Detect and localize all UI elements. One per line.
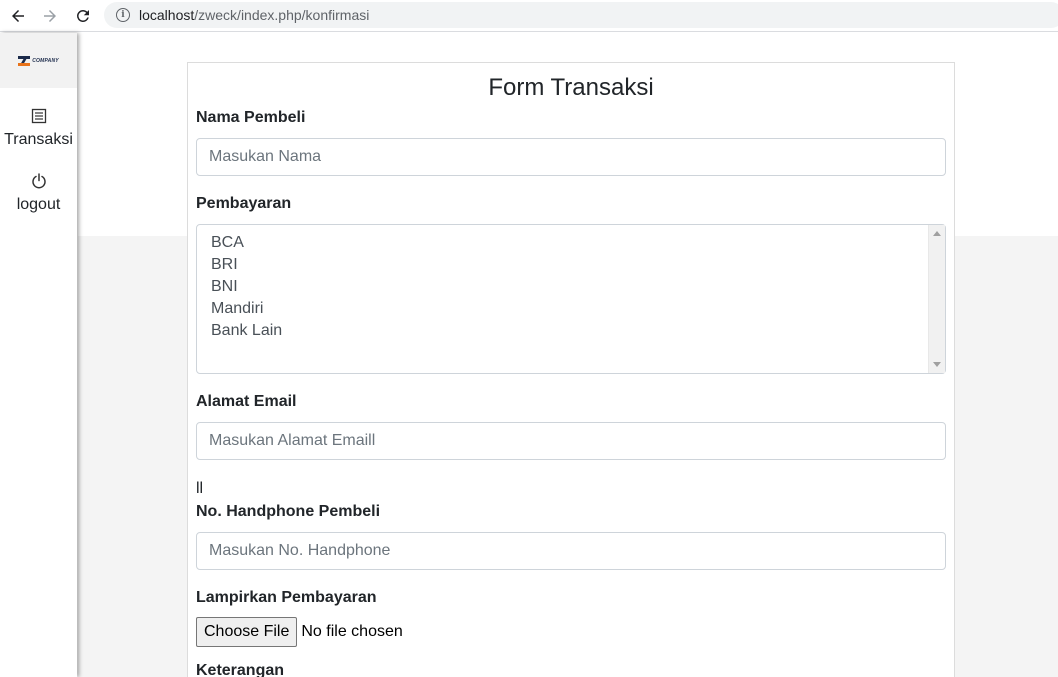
reload-icon[interactable] (71, 4, 95, 28)
handphone-input[interactable] (196, 532, 946, 570)
transaction-form: Form Transaksi Nama Pembeli Pembayaran B… (187, 62, 955, 677)
nama-input[interactable] (196, 138, 946, 176)
company-logo: COMPANY (18, 55, 59, 66)
power-icon (31, 173, 46, 189)
browser-toolbar: i localhost/zweck/index.php/konfirmasi (0, 0, 1058, 32)
option-mandiri[interactable]: Mandiri (197, 298, 945, 320)
handphone-label: No. Handphone Pembeli (196, 503, 381, 520)
list-icon (31, 108, 46, 124)
option-bca[interactable]: BCA (197, 232, 945, 254)
lampiran-label: Lampirkan Pembayaran (196, 589, 377, 606)
pembayaran-label: Pembayaran (196, 195, 292, 212)
email-input[interactable] (196, 422, 946, 460)
sidebar-item-label: Transaksi (4, 131, 73, 148)
site-info-icon[interactable]: i (116, 8, 130, 22)
back-arrow-icon[interactable] (6, 4, 30, 28)
listbox-scrollbar[interactable] (928, 225, 945, 373)
stray-text: ll (196, 480, 204, 497)
file-upload: Choose File No file chosen (196, 617, 946, 647)
logo-text: COMPANY (32, 57, 59, 64)
sidebar-item-transaksi[interactable]: Transaksi (0, 108, 77, 149)
scroll-down-arrow-icon[interactable] (933, 362, 941, 367)
sidebar-item-logout[interactable]: logout (0, 173, 77, 214)
url-host: localhost (139, 7, 195, 23)
keterangan-label: Keterangan (196, 662, 285, 677)
option-bri[interactable]: BRI (197, 254, 945, 276)
choose-file-button[interactable]: Choose File (196, 617, 298, 647)
scroll-up-arrow-icon[interactable] (933, 231, 941, 236)
file-status: No file chosen (301, 623, 403, 640)
address-bar[interactable]: i localhost/zweck/index.php/konfirmasi (104, 2, 1058, 28)
nama-label: Nama Pembeli (196, 109, 306, 126)
page-title: Form Transaksi (488, 74, 654, 101)
option-bni[interactable]: BNI (197, 276, 945, 298)
option-bank-lain[interactable]: Bank Lain (197, 320, 945, 342)
pembayaran-select[interactable]: BCA BRI BNI Mandiri Bank Lain (196, 224, 946, 374)
page-content: COMPANY Transaksi logout Form Transaksi … (0, 33, 1058, 677)
sidebar: COMPANY Transaksi logout (0, 33, 77, 677)
email-label: Alamat Email (196, 393, 297, 410)
company-logo-icon (18, 55, 31, 66)
forward-arrow-icon[interactable] (38, 4, 62, 28)
logo-area[interactable]: COMPANY (0, 33, 77, 88)
url-path: /zweck/index.php/konfirmasi (194, 7, 370, 23)
sidebar-item-label: logout (16, 196, 61, 213)
